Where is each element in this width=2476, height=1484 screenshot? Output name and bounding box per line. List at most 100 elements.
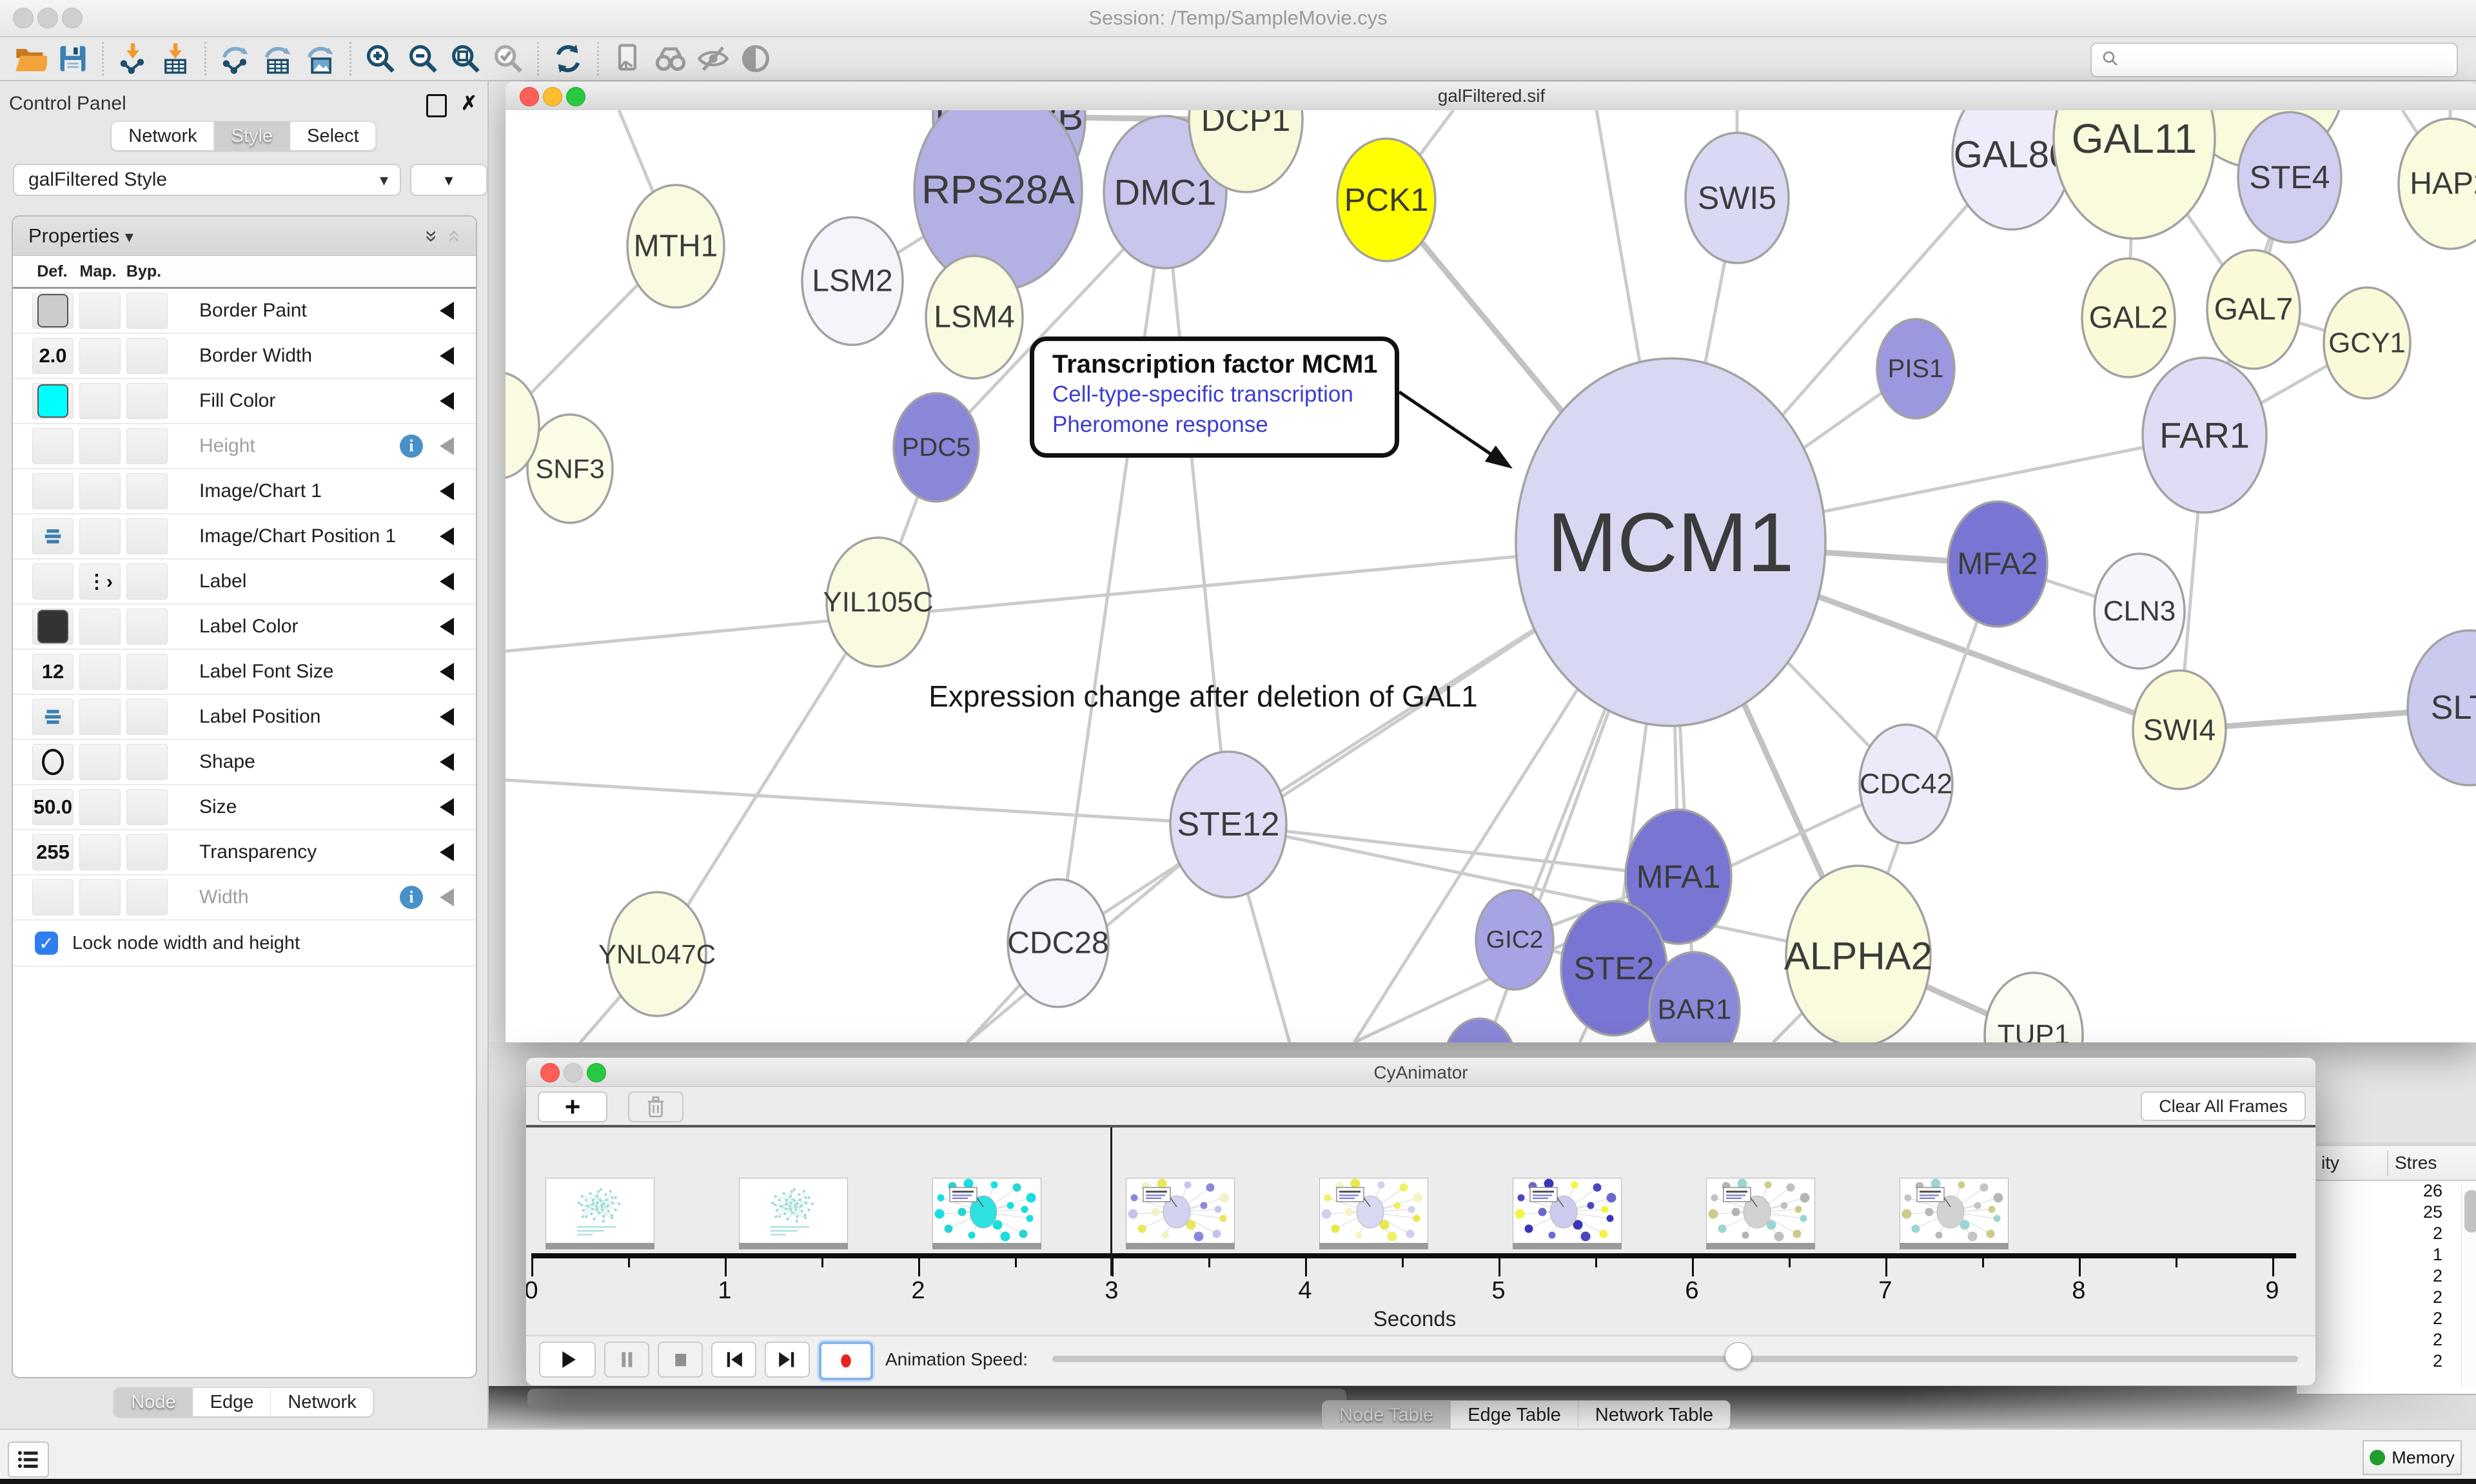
bypass-cell[interactable] (126, 654, 168, 690)
property-row-image-chart-position-1[interactable]: Image/Chart Position 1 (13, 514, 476, 560)
expand-property-icon[interactable] (440, 888, 454, 906)
property-row-image-chart-1[interactable]: Image/Chart 1 (13, 469, 476, 514)
frame-thumbnail-4[interactable] (1319, 1178, 1428, 1244)
annotation-box[interactable]: Transcription factor MCM1 Cell-type-spec… (1030, 337, 1399, 458)
frame-thumbnail-3[interactable] (1126, 1178, 1235, 1244)
network-window-titlebar[interactable]: galFiltered.sif (506, 82, 2476, 111)
bypass-cell[interactable] (126, 563, 168, 600)
save-session-icon[interactable] (52, 40, 94, 77)
close-panel-icon[interactable]: ✗ (461, 94, 477, 117)
bypass-cell[interactable] (126, 879, 168, 915)
expand-property-icon[interactable] (440, 753, 454, 771)
network-canvas[interactable]: RPS28BRPS28ADMC1DCP1PCK1MTH1LSM2LSM4SNF3… (506, 110, 2476, 1042)
property-row-fill-color[interactable]: Fill Color (13, 379, 476, 424)
default-cell[interactable] (32, 293, 74, 329)
bypass-cell[interactable] (126, 609, 168, 645)
mapping-cell[interactable] (79, 428, 121, 464)
expand-property-icon[interactable] (440, 392, 454, 410)
import-table-icon[interactable] (154, 40, 197, 77)
skip-end-button[interactable] (765, 1342, 810, 1378)
column-header-stress[interactable]: Stres (2395, 1153, 2437, 1173)
table-row[interactable]: 26 (2297, 1181, 2461, 1202)
frame-thumbnail-0[interactable] (545, 1178, 654, 1244)
node-partial[interactable] (1444, 1019, 1516, 1042)
bypass-cell[interactable] (126, 473, 168, 509)
default-cell[interactable] (32, 879, 74, 915)
cyanimator-titlebar[interactable]: CyAnimator (526, 1058, 2315, 1087)
default-cell[interactable] (32, 609, 74, 645)
zoom-out-icon[interactable] (402, 40, 444, 77)
mapping-cell[interactable] (79, 383, 121, 419)
bypass-cell[interactable] (126, 338, 168, 374)
expand-property-icon[interactable] (440, 663, 454, 681)
delete-frame-button[interactable] (628, 1091, 683, 1122)
default-cell[interactable] (32, 518, 74, 554)
timeline-playhead[interactable] (1110, 1128, 1112, 1276)
memory-button[interactable]: Memory (2363, 1440, 2462, 1475)
property-row-border-paint[interactable]: Border Paint (13, 289, 476, 334)
property-row-label[interactable]: ⋮›Label (13, 560, 476, 605)
lock-node-size-checkbox[interactable]: ✓ (35, 932, 58, 955)
bypass-cell[interactable] (126, 518, 168, 554)
property-row-height[interactable]: Heighti (13, 424, 476, 469)
default-cell[interactable] (32, 383, 74, 419)
table-row[interactable]: 2 (2297, 1330, 2461, 1351)
expand-property-icon[interactable] (440, 798, 454, 816)
clear-all-frames-button[interactable]: Clear All Frames (2141, 1091, 2306, 1121)
table-row[interactable]: 1 (2297, 1245, 2461, 1266)
default-cell[interactable] (32, 563, 74, 600)
import-network-icon[interactable] (112, 40, 154, 77)
mapping-cell[interactable] (79, 609, 121, 645)
table-row[interactable]: 2 (2297, 1351, 2461, 1372)
default-cell[interactable] (32, 744, 74, 780)
property-row-label-font-size[interactable]: 12Label Font Size (13, 650, 476, 695)
default-cell[interactable] (32, 428, 74, 464)
default-cell[interactable]: 255 (32, 834, 74, 870)
default-cell[interactable]: 50.0 (32, 789, 74, 825)
timeline-horizontal-scrollbar[interactable] (527, 1389, 1346, 1408)
tab-network[interactable]: Network (112, 122, 214, 150)
table-scrollbar[interactable] (2461, 1185, 2476, 1387)
show-panels-button[interactable] (8, 1441, 49, 1478)
export-table-icon[interactable] (257, 40, 299, 77)
expand-property-icon[interactable] (440, 572, 454, 591)
expand-property-icon[interactable] (440, 482, 454, 500)
table-row[interactable]: 2 (2297, 1287, 2461, 1309)
open-session-icon[interactable] (9, 40, 52, 77)
bypass-cell[interactable] (126, 699, 168, 735)
speed-slider-knob[interactable] (1725, 1342, 1752, 1369)
table-row[interactable]: 25 (2297, 1202, 2461, 1224)
search-input[interactable] (2125, 46, 2457, 73)
tab-edge[interactable]: Edge (193, 1388, 271, 1416)
table-row[interactable]: 2 (2297, 1224, 2461, 1245)
bypass-cell[interactable] (126, 428, 168, 464)
mapping-cell[interactable] (79, 879, 121, 915)
mapping-cell[interactable]: ⋮› (79, 563, 121, 600)
mapping-cell[interactable] (79, 293, 121, 329)
mapping-cell[interactable] (79, 518, 121, 554)
property-row-border-width[interactable]: 2.0Border Width (13, 334, 476, 379)
properties-header[interactable]: Properties ▾ (28, 224, 145, 248)
table-row[interactable]: 2 (2297, 1266, 2461, 1287)
expand-property-icon[interactable] (440, 708, 454, 726)
property-row-label-color[interactable]: Label Color (13, 605, 476, 650)
mapping-cell[interactable] (79, 744, 121, 780)
animation-speed-slider[interactable] (1052, 1356, 2298, 1362)
zoom-fit-icon[interactable] (444, 40, 487, 77)
skip-start-button[interactable] (711, 1342, 756, 1378)
tab-network-table[interactable]: Network Table (1578, 1401, 1730, 1429)
tab-node[interactable]: Node (114, 1388, 193, 1416)
add-frame-button[interactable]: + (538, 1091, 607, 1122)
default-cell[interactable] (32, 473, 74, 509)
tab-style[interactable]: Style (215, 122, 290, 150)
default-cell[interactable] (32, 699, 74, 735)
info-icon[interactable]: i (400, 886, 423, 909)
property-row-shape[interactable]: Shape (13, 740, 476, 785)
record-button[interactable] (819, 1342, 873, 1380)
property-row-transparency[interactable]: 255Transparency (13, 830, 476, 875)
bypass-cell[interactable] (126, 744, 168, 780)
table-row[interactable]: 2 (2297, 1309, 2461, 1330)
frame-thumbnail-1[interactable] (739, 1178, 848, 1244)
property-row-label-position[interactable]: Label Position (13, 695, 476, 740)
frame-thumbnail-7[interactable] (1900, 1178, 2009, 1244)
